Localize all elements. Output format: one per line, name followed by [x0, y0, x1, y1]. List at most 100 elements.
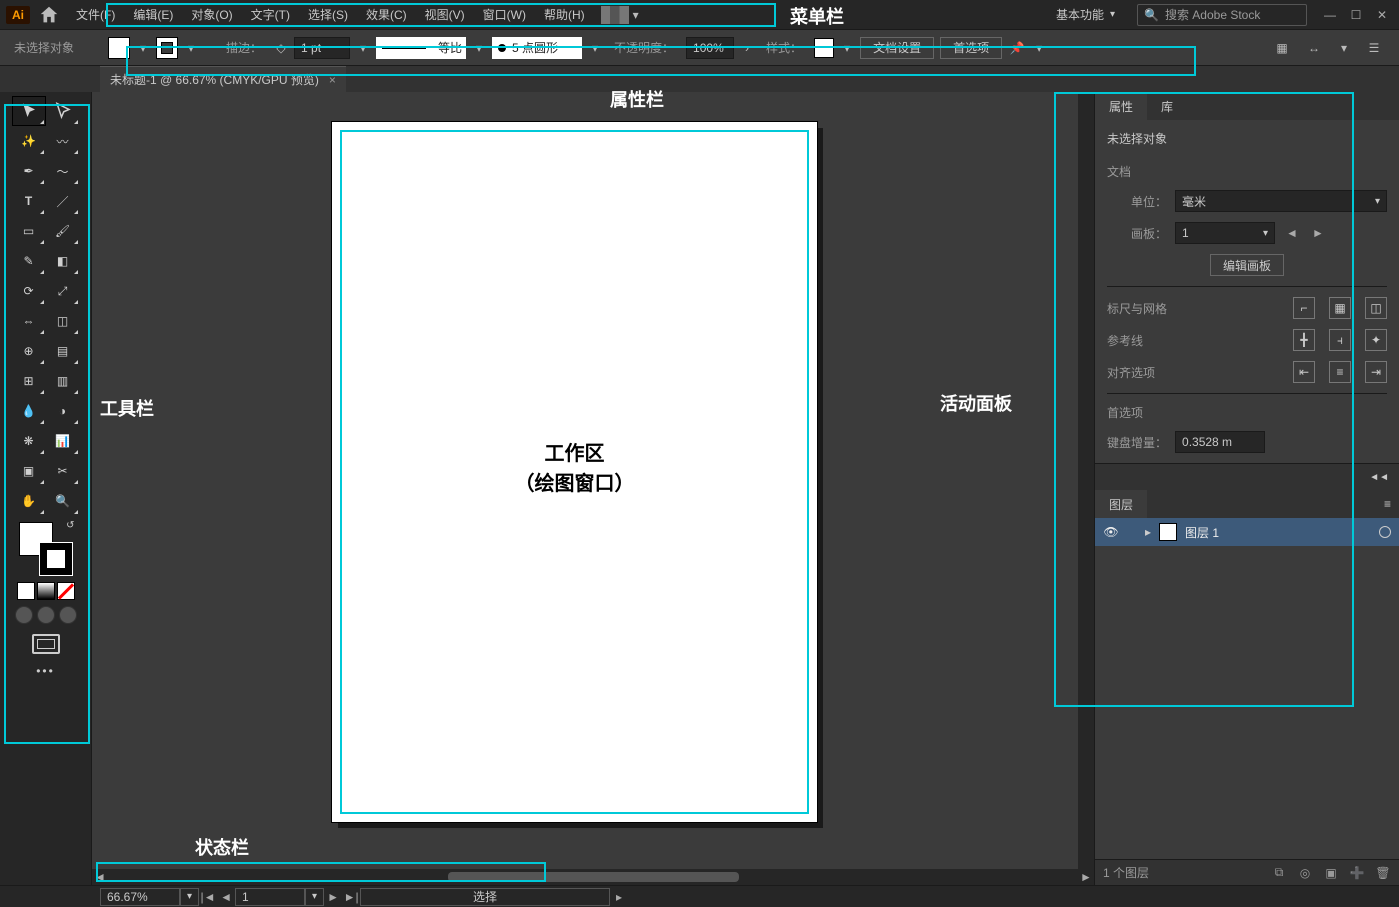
- brush-dropdown[interactable]: ▾: [472, 37, 486, 59]
- status-more-icon[interactable]: ▸: [610, 888, 628, 906]
- kb-increment-input[interactable]: 0.3528 m: [1175, 431, 1265, 453]
- color-mode-none[interactable]: [57, 582, 75, 600]
- draw-behind[interactable]: [37, 606, 55, 624]
- layer-name[interactable]: 图层 1: [1185, 524, 1219, 541]
- control-more[interactable]: ▾: [1032, 37, 1046, 59]
- arrange-documents-icon[interactable]: [601, 6, 629, 24]
- transparency-grid-icon[interactable]: ◫: [1365, 297, 1387, 319]
- transform-dropdown[interactable]: ▾: [1337, 37, 1351, 59]
- menu-effect[interactable]: 效果(C): [358, 4, 415, 26]
- scroll-thumb[interactable]: [448, 872, 739, 882]
- eyedropper-tool[interactable]: 💧: [12, 396, 46, 426]
- graphic-style-swatch[interactable]: [814, 38, 834, 58]
- zoom-tool[interactable]: 🔍: [46, 486, 80, 516]
- artboard-prev-icon[interactable]: ◄: [1283, 224, 1301, 242]
- first-artboard-icon[interactable]: |◄: [199, 888, 217, 906]
- grid-icon[interactable]: ▦: [1329, 297, 1351, 319]
- menu-window[interactable]: 窗口(W): [475, 4, 534, 26]
- pen-tool[interactable]: ✒: [12, 156, 46, 186]
- scroll-right-icon[interactable]: ►: [1078, 870, 1094, 884]
- rotate-tool[interactable]: ⟳: [12, 276, 46, 306]
- current-tool-status[interactable]: 选择: [360, 888, 610, 906]
- menu-select[interactable]: 选择(S): [300, 4, 356, 26]
- edit-toolbar[interactable]: •••: [36, 664, 55, 678]
- align-artboard-icon[interactable]: ≡: [1329, 361, 1351, 383]
- prev-artboard-icon[interactable]: ◄: [217, 888, 235, 906]
- artboard-tool[interactable]: ▣: [12, 456, 46, 486]
- eraser-tool[interactable]: ◧: [46, 246, 80, 276]
- visibility-icon[interactable]: 👁: [1103, 524, 1119, 540]
- align-key-object-icon[interactable]: ⇤: [1293, 361, 1315, 383]
- color-mode-gradient[interactable]: [37, 582, 55, 600]
- menu-file[interactable]: 文件(F): [68, 4, 123, 26]
- scale-tool[interactable]: ⤢: [46, 276, 80, 306]
- opacity-input[interactable]: 100%: [686, 37, 734, 59]
- stroke-weight-dropdown[interactable]: ▾: [356, 37, 370, 59]
- minimize-button[interactable]: —: [1319, 6, 1341, 24]
- mesh-tool[interactable]: ⊞: [12, 366, 46, 396]
- fill-stroke-control[interactable]: ↺: [19, 522, 73, 576]
- swap-fill-stroke-icon[interactable]: ↺: [66, 520, 74, 531]
- canvas-area[interactable]: 工作区 （绘图窗口） ◄ ►: [92, 92, 1094, 885]
- horizontal-scrollbar[interactable]: ◄ ►: [92, 869, 1094, 885]
- direct-selection-tool[interactable]: [46, 96, 80, 126]
- lasso-tool[interactable]: 〰: [46, 126, 80, 156]
- list-panel-icon[interactable]: ☰: [1365, 39, 1383, 57]
- tab-properties[interactable]: 属性: [1095, 92, 1147, 120]
- artboard-select[interactable]: 1▾: [1175, 222, 1275, 244]
- document-tab[interactable]: 未标题-1 @ 66.67% (CMYK/GPU 预览) ×: [100, 66, 346, 92]
- locate-object-icon[interactable]: ⧉: [1271, 865, 1287, 881]
- slice-tool[interactable]: ✂: [46, 456, 80, 486]
- stroke-weight-down[interactable]: ◇: [274, 37, 288, 59]
- profile-dropdown[interactable]: ▾: [588, 37, 602, 59]
- menu-edit[interactable]: 编辑(E): [125, 4, 181, 26]
- layers-panel-menu-icon[interactable]: ≡: [1376, 490, 1399, 518]
- selection-tool[interactable]: [12, 96, 46, 126]
- align-panel-icon[interactable]: ▦: [1273, 39, 1291, 57]
- free-transform-tool[interactable]: ◫: [46, 306, 80, 336]
- draw-inside[interactable]: [59, 606, 77, 624]
- pin-icon[interactable]: 📌: [1008, 39, 1026, 57]
- last-artboard-icon[interactable]: ►|: [342, 888, 360, 906]
- width-profile-preview[interactable]: 5 点圆形: [492, 37, 582, 59]
- edit-artboards-button[interactable]: 编辑画板: [1210, 254, 1284, 276]
- artboard-nav-dropdown[interactable]: ▾: [305, 888, 324, 906]
- artboard[interactable]: 工作区 （绘图窗口）: [332, 122, 817, 822]
- maximize-button[interactable]: ☐: [1345, 6, 1367, 24]
- width-tool[interactable]: ⇔: [12, 306, 46, 336]
- smart-guides-icon[interactable]: ✦: [1365, 329, 1387, 351]
- document-setup-button[interactable]: 文档设置: [860, 37, 934, 59]
- expand-layer-icon[interactable]: ▸: [1145, 525, 1151, 539]
- screen-mode[interactable]: [32, 634, 60, 654]
- next-artboard-icon[interactable]: ►: [324, 888, 342, 906]
- home-icon[interactable]: [38, 4, 60, 26]
- create-sublayer-icon[interactable]: ▣: [1323, 865, 1339, 881]
- fill-dropdown[interactable]: ▾: [136, 37, 150, 59]
- curvature-tool[interactable]: 〜: [46, 156, 80, 186]
- vertical-scrollbar[interactable]: [1078, 92, 1094, 869]
- opacity-label[interactable]: 不透明度：: [608, 39, 680, 56]
- menu-object[interactable]: 对象(O): [183, 4, 240, 26]
- make-clipping-mask-icon[interactable]: ◎: [1297, 865, 1313, 881]
- artboard-number[interactable]: 1: [235, 888, 305, 906]
- shaper-tool[interactable]: ✎: [12, 246, 46, 276]
- units-select[interactable]: 毫米▾: [1175, 190, 1387, 212]
- tab-libraries[interactable]: 库: [1147, 92, 1187, 120]
- menu-view[interactable]: 视图(V): [417, 4, 473, 26]
- fill-swatch[interactable]: [108, 37, 130, 59]
- tab-layers[interactable]: 图层: [1095, 490, 1147, 518]
- brush-preview[interactable]: 等比: [376, 37, 466, 59]
- preferences-button[interactable]: 首选项: [940, 37, 1002, 59]
- zoom-dropdown[interactable]: ▾: [180, 888, 199, 906]
- delete-layer-icon[interactable]: 🗑: [1375, 865, 1391, 881]
- chevron-down-icon[interactable]: ▾: [629, 4, 643, 26]
- transform-panel-icon[interactable]: ↔: [1305, 39, 1323, 57]
- align-selection-icon[interactable]: ⇥: [1365, 361, 1387, 383]
- artboard-next-icon[interactable]: ►: [1309, 224, 1327, 242]
- close-button[interactable]: ✕: [1371, 6, 1393, 24]
- blend-tool[interactable]: ◑: [46, 396, 80, 426]
- draw-normal[interactable]: [15, 606, 33, 624]
- close-tab-icon[interactable]: ×: [329, 73, 336, 87]
- stroke-color[interactable]: [39, 542, 73, 576]
- column-graph-tool[interactable]: 📊: [46, 426, 80, 456]
